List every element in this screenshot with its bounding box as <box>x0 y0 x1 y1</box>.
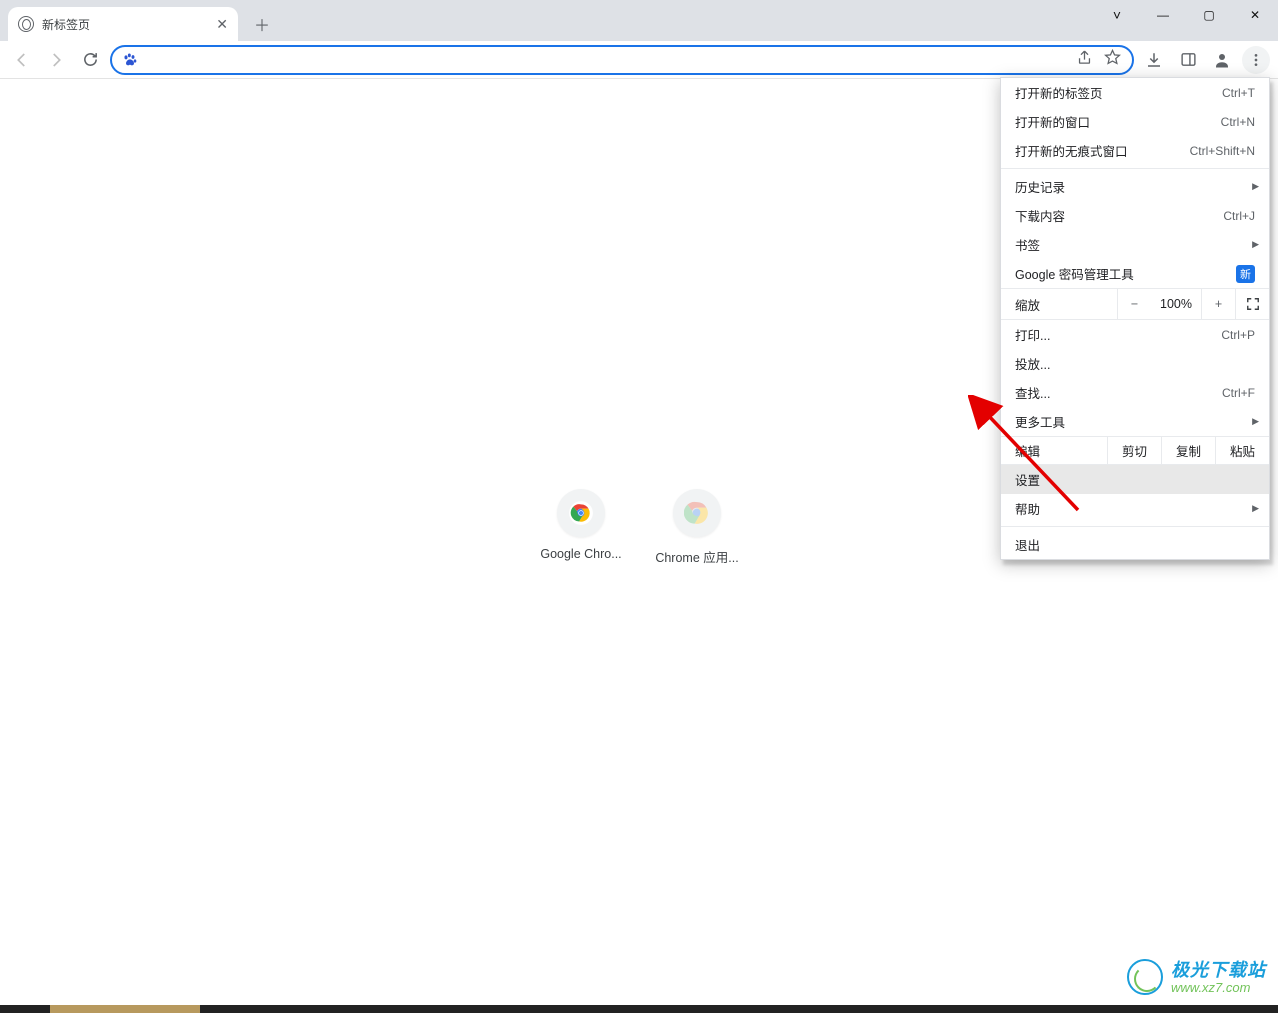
menu-separator <box>1001 168 1269 169</box>
browser-tab[interactable]: 新标签页 ✕ <box>8 7 238 41</box>
watermark-url: www.xz7.com <box>1171 981 1266 994</box>
forward-button[interactable] <box>42 46 70 74</box>
zoom-in-button[interactable]: + <box>1201 289 1235 319</box>
menu-separator <box>1001 526 1269 527</box>
edit-label: 编辑 <box>1001 441 1107 460</box>
reload-button[interactable] <box>76 46 104 74</box>
back-button[interactable] <box>8 46 36 74</box>
menu-print[interactable]: 打印...Ctrl+P <box>1001 320 1269 349</box>
shortcuts-row: Google Chro... Chrome 应用... <box>537 489 741 566</box>
chevron-right-icon: ▶ <box>1252 503 1259 514</box>
menu-bookmarks[interactable]: 书签▶ <box>1001 230 1269 259</box>
profile-button[interactable] <box>1208 46 1236 74</box>
paste-button[interactable]: 粘贴 <box>1215 437 1269 464</box>
chevron-right-icon: ▶ <box>1252 181 1259 192</box>
tab-search-button[interactable]: ˅ <box>1094 0 1140 30</box>
menu-cast[interactable]: 投放... <box>1001 349 1269 378</box>
menu-settings[interactable]: 设置 <box>1001 465 1269 494</box>
bookmark-star-icon[interactable] <box>1102 49 1122 71</box>
zoom-value: 100% <box>1151 297 1201 311</box>
menu-passwords[interactable]: Google 密码管理工具新 <box>1001 259 1269 288</box>
cut-button[interactable]: 剪切 <box>1107 437 1161 464</box>
menu-incognito[interactable]: 打开新的无痕式窗口Ctrl+Shift+N <box>1001 136 1269 165</box>
taskbar-sliver <box>0 1005 1278 1013</box>
menu-find[interactable]: 查找...Ctrl+F <box>1001 378 1269 407</box>
new-badge: 新 <box>1236 265 1255 283</box>
new-tab-button[interactable]: ＋ <box>248 10 276 38</box>
shortcut-chrome-apps[interactable]: Chrome 应用... <box>653 489 741 566</box>
titlebar: 新标签页 ✕ ＋ <box>0 0 1278 41</box>
chrome-menu: 打开新的标签页Ctrl+T 打开新的窗口Ctrl+N 打开新的无痕式窗口Ctrl… <box>1000 77 1270 560</box>
close-tab-icon[interactable]: ✕ <box>216 17 228 31</box>
shortcut-label: Google Chro... <box>537 547 625 561</box>
chrome-menu-button[interactable] <box>1242 46 1270 74</box>
tab-title: 新标签页 <box>42 16 90 33</box>
shortcut-tile <box>673 489 721 537</box>
menu-exit[interactable]: 退出 <box>1001 530 1269 559</box>
shortcut-chrome[interactable]: Google Chro... <box>537 489 625 566</box>
shortcut-label: Chrome 应用... <box>653 547 741 566</box>
share-icon[interactable] <box>1074 49 1094 71</box>
address-input[interactable] <box>146 52 1066 68</box>
menu-history[interactable]: 历史记录▶ <box>1001 172 1269 201</box>
watermark-logo-icon <box>1127 959 1163 995</box>
menu-more-tools[interactable]: 更多工具▶ <box>1001 407 1269 436</box>
fullscreen-button[interactable] <box>1235 289 1269 319</box>
maximize-button[interactable]: ▢ <box>1186 0 1232 30</box>
menu-zoom-row: 缩放 − 100% + <box>1001 288 1269 320</box>
zoom-out-button[interactable]: − <box>1117 289 1151 319</box>
chrome-logo-icon <box>568 500 594 526</box>
address-bar[interactable] <box>110 45 1134 75</box>
chevron-right-icon: ▶ <box>1252 416 1259 427</box>
menu-edit-row: 编辑 剪切 复制 粘贴 <box>1001 436 1269 465</box>
window-controls: ˅ — ▢ ✕ <box>1094 0 1278 30</box>
menu-help[interactable]: 帮助▶ <box>1001 494 1269 523</box>
menu-new-tab[interactable]: 打开新的标签页Ctrl+T <box>1001 78 1269 107</box>
menu-downloads[interactable]: 下载内容Ctrl+J <box>1001 201 1269 230</box>
zoom-label: 缩放 <box>1001 295 1117 314</box>
toolbar <box>0 41 1278 79</box>
chevron-right-icon: ▶ <box>1252 239 1259 250</box>
copy-button[interactable]: 复制 <box>1161 437 1215 464</box>
globe-icon <box>18 16 34 32</box>
watermark-title: 极光下载站 <box>1171 961 1266 979</box>
close-window-button[interactable]: ✕ <box>1232 0 1278 30</box>
watermark: 极光下载站 www.xz7.com <box>1127 959 1266 995</box>
menu-new-window[interactable]: 打开新的窗口Ctrl+N <box>1001 107 1269 136</box>
baidu-paw-icon <box>122 52 138 68</box>
downloads-button[interactable] <box>1140 46 1168 74</box>
minimize-button[interactable]: — <box>1140 0 1186 30</box>
side-panel-button[interactable] <box>1174 46 1202 74</box>
chrome-logo-faded-icon <box>684 500 710 526</box>
shortcut-tile <box>557 489 605 537</box>
